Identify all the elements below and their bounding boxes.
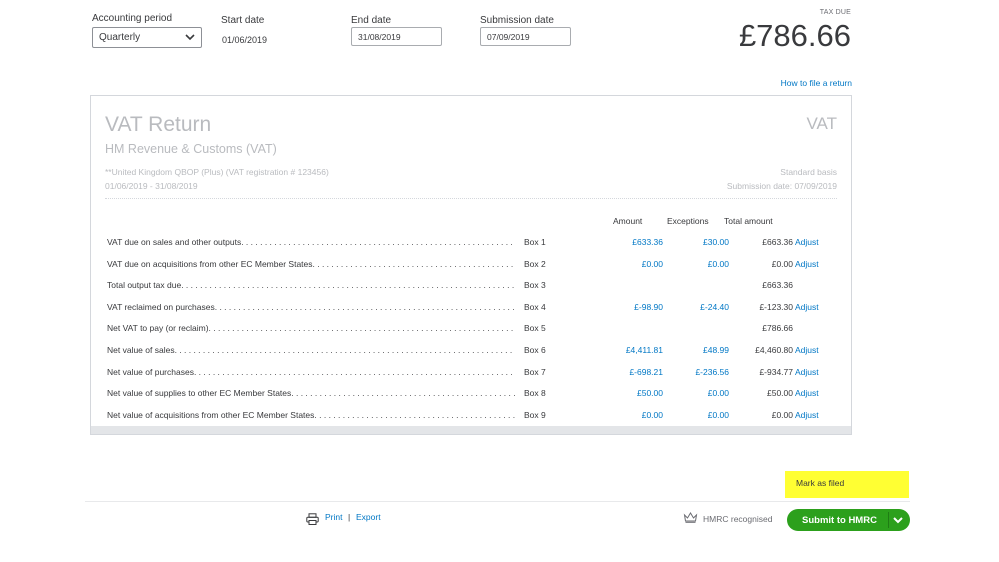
row-total: £-934.77 <box>759 366 793 377</box>
print-link[interactable]: Print <box>325 512 342 522</box>
row-amount-link[interactable]: £-98.90 <box>634 302 663 312</box>
column-header-exceptions: Exceptions <box>667 216 709 226</box>
start-date-value: 01/06/2019 <box>222 35 268 45</box>
row-box-label: Box 2 <box>524 258 546 269</box>
adjust-link[interactable]: Adjust <box>795 388 819 398</box>
row-exceptions-link[interactable]: £0.00 <box>708 259 729 269</box>
row-amount-link[interactable]: £0.00 <box>642 259 663 269</box>
card-divider <box>105 198 837 199</box>
row-box-label: Box 6 <box>524 345 546 355</box>
row-amount-link[interactable]: £4,411.81 <box>626 345 663 355</box>
chevron-down-icon <box>185 34 195 41</box>
row-exceptions-link[interactable]: £0.00 <box>708 410 729 420</box>
row-description: VAT due on sales and other outputs. . . … <box>107 237 515 247</box>
row-amount-link[interactable]: £0.00 <box>642 410 663 420</box>
row-exceptions-link[interactable]: £48.99 <box>703 345 729 355</box>
row-amount-link[interactable]: £633.36 <box>632 237 663 247</box>
row-exceptions-link[interactable]: £-24.40 <box>700 302 729 312</box>
row-total: £50.00 <box>767 388 793 399</box>
row-description: Net value of supplies to other EC Member… <box>107 388 515 399</box>
row-total: £663.36 <box>762 237 793 247</box>
row-box-label: Box 7 <box>524 366 546 377</box>
row-description: Net value of acquisitions from other EC … <box>107 409 515 420</box>
export-link[interactable]: Export <box>356 512 381 522</box>
crown-icon <box>683 512 698 523</box>
vat-row: Net VAT to pay (or reclaim). . . . . . .… <box>107 323 837 337</box>
card-footer-bar <box>91 426 851 434</box>
adjust-link[interactable]: Adjust <box>795 302 819 312</box>
submit-divider <box>888 512 889 528</box>
row-total: £0.00 <box>771 409 793 420</box>
row-description: Net value of sales. . . . . . . . . . . … <box>107 345 515 355</box>
card-submission-date: Submission date: 07/09/2019 <box>726 181 837 191</box>
end-date-label: End date <box>351 15 392 26</box>
row-description: Net VAT to pay (or reclaim). . . . . . .… <box>107 323 515 334</box>
row-total: £663.36 <box>762 280 793 291</box>
row-total: £786.66 <box>762 323 793 334</box>
vat-row: Net value of sales. . . . . . . . . . . … <box>107 345 837 359</box>
row-exceptions-link[interactable]: £0.00 <box>708 388 729 398</box>
vat-row: Total output tax due. . . . . . . . . . … <box>107 280 837 294</box>
row-box-label: Box 9 <box>524 409 546 420</box>
row-exceptions-link[interactable]: £-236.56 <box>695 367 729 377</box>
adjust-link[interactable]: Adjust <box>795 367 819 377</box>
link-separator: | <box>348 512 351 522</box>
row-total: £4,460.80 <box>755 345 793 355</box>
how-to-file-link[interactable]: How to file a return <box>781 78 852 88</box>
vat-row: Net value of purchases. . . . . . . . . … <box>107 367 837 381</box>
adjust-link[interactable]: Adjust <box>795 410 819 420</box>
row-total: £0.00 <box>771 258 793 269</box>
vat-row: VAT reclaimed on purchases. . . . . . . … <box>107 302 837 316</box>
vat-return-card: VAT Return VAT HM Revenue & Customs (VAT… <box>90 95 852 435</box>
accounting-period-label: Accounting period <box>92 13 173 24</box>
mark-as-filed-button[interactable]: Mark as filed <box>785 471 909 498</box>
row-box-label: Box 1 <box>524 237 546 247</box>
accounting-period-select[interactable]: Quarterly <box>92 27 202 48</box>
vat-row: VAT due on sales and other outputs. . . … <box>107 237 837 251</box>
card-subtitle: HM Revenue & Customs (VAT) <box>105 142 277 156</box>
print-icon[interactable] <box>306 513 319 525</box>
company-line: **United Kingdom QBOP (Plus) (VAT regist… <box>105 167 329 177</box>
row-exceptions-link[interactable]: £30.00 <box>703 237 729 247</box>
row-amount-link[interactable]: £50.00 <box>637 388 663 398</box>
column-header-total: Total amount <box>724 216 773 226</box>
accounting-period-value: Quarterly <box>99 32 141 43</box>
row-box-label: Box 5 <box>524 323 546 334</box>
submit-to-hmrc-button[interactable]: Submit to HMRC <box>787 509 910 531</box>
tax-due-label: TAX DUE <box>819 9 851 16</box>
column-header-amount: Amount <box>613 216 643 226</box>
hmrc-recognised-label: HMRC recognised <box>703 514 773 524</box>
end-date-field[interactable]: 31/08/2019 <box>351 27 442 46</box>
vat-row: Net value of acquisitions from other EC … <box>107 410 837 424</box>
row-description: Net value of purchases. . . . . . . . . … <box>107 366 515 377</box>
basis-line: Standard basis <box>780 167 837 177</box>
caret-down-icon[interactable] <box>891 514 905 526</box>
adjust-link[interactable]: Adjust <box>795 345 819 355</box>
card-tag: VAT <box>806 114 837 133</box>
row-box-label: Box 4 <box>524 301 546 312</box>
vat-row: VAT due on acquisitions from other EC Me… <box>107 259 837 273</box>
row-description: VAT reclaimed on purchases. . . . . . . … <box>107 301 515 312</box>
footer-divider <box>85 501 910 502</box>
submission-date-field[interactable]: 07/09/2019 <box>480 27 571 46</box>
start-date-label: Start date <box>221 15 265 26</box>
row-amount-link[interactable]: £-698.21 <box>629 367 663 377</box>
row-total: £-123.30 <box>759 301 793 312</box>
vat-row: Net value of supplies to other EC Member… <box>107 388 837 402</box>
tax-due-amount: £786.66 <box>738 18 851 53</box>
submit-label: Submit to HMRC <box>802 515 877 526</box>
row-description: VAT due on acquisitions from other EC Me… <box>107 258 515 269</box>
row-description: Total output tax due. . . . . . . . . . … <box>107 280 515 291</box>
adjust-link[interactable]: Adjust <box>795 259 819 269</box>
row-box-label: Box 8 <box>524 388 546 399</box>
card-title: VAT Return <box>105 113 212 136</box>
adjust-link[interactable]: Adjust <box>795 237 819 247</box>
period-line: 01/06/2019 - 31/08/2019 <box>105 181 198 191</box>
submission-date-label: Submission date <box>480 15 554 26</box>
row-box-label: Box 3 <box>524 280 546 291</box>
